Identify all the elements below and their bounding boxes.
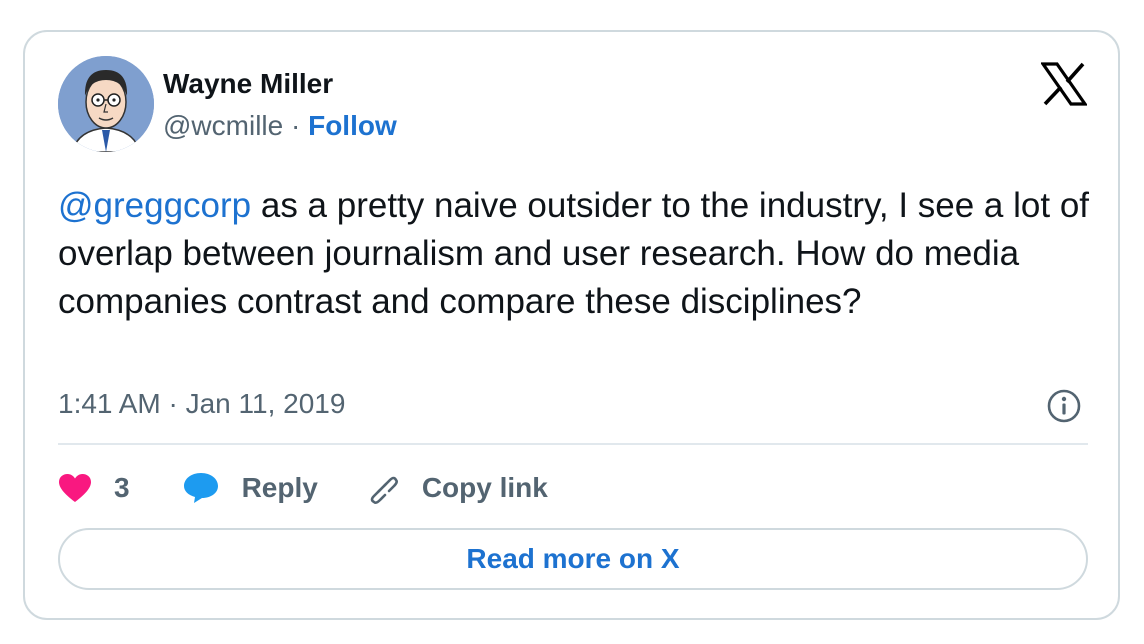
divider bbox=[58, 443, 1088, 445]
x-logo-icon[interactable] bbox=[1039, 62, 1089, 106]
author-handle-row: @wcmille · Follow bbox=[163, 110, 397, 142]
like-button[interactable]: 3 bbox=[58, 472, 130, 504]
tweet-text: @greggcorp as a pretty naive outsider to… bbox=[58, 182, 1098, 326]
info-icon[interactable] bbox=[1046, 388, 1082, 424]
action-bar: 3 Reply Copy link bbox=[58, 468, 548, 508]
copy-link-label: Copy link bbox=[421, 472, 548, 503]
like-count: 3 bbox=[114, 472, 130, 503]
link-icon bbox=[370, 476, 398, 504]
author-name[interactable]: Wayne Miller bbox=[163, 68, 333, 100]
reply-label: Reply bbox=[241, 472, 318, 503]
tweet-timestamp[interactable]: 1:41 AM · Jan 11, 2019 bbox=[58, 388, 345, 420]
mention-link[interactable]: @greggcorp bbox=[58, 186, 251, 225]
copy-link-button[interactable]: Copy link bbox=[364, 470, 548, 506]
heart-icon bbox=[59, 474, 91, 502]
avatar-illustration bbox=[58, 56, 154, 152]
avatar[interactable] bbox=[58, 56, 154, 152]
reply-button[interactable]: Reply bbox=[182, 471, 318, 505]
tweet-card: Wayne Miller @wcmille · Follow @greggcor… bbox=[23, 30, 1120, 620]
read-more-button[interactable]: Read more on X bbox=[58, 528, 1088, 590]
speech-bubble-icon bbox=[183, 473, 218, 503]
author-handle[interactable]: @wcmille bbox=[163, 110, 283, 141]
separator-dot: · bbox=[290, 110, 309, 141]
follow-button[interactable]: Follow bbox=[308, 110, 397, 141]
